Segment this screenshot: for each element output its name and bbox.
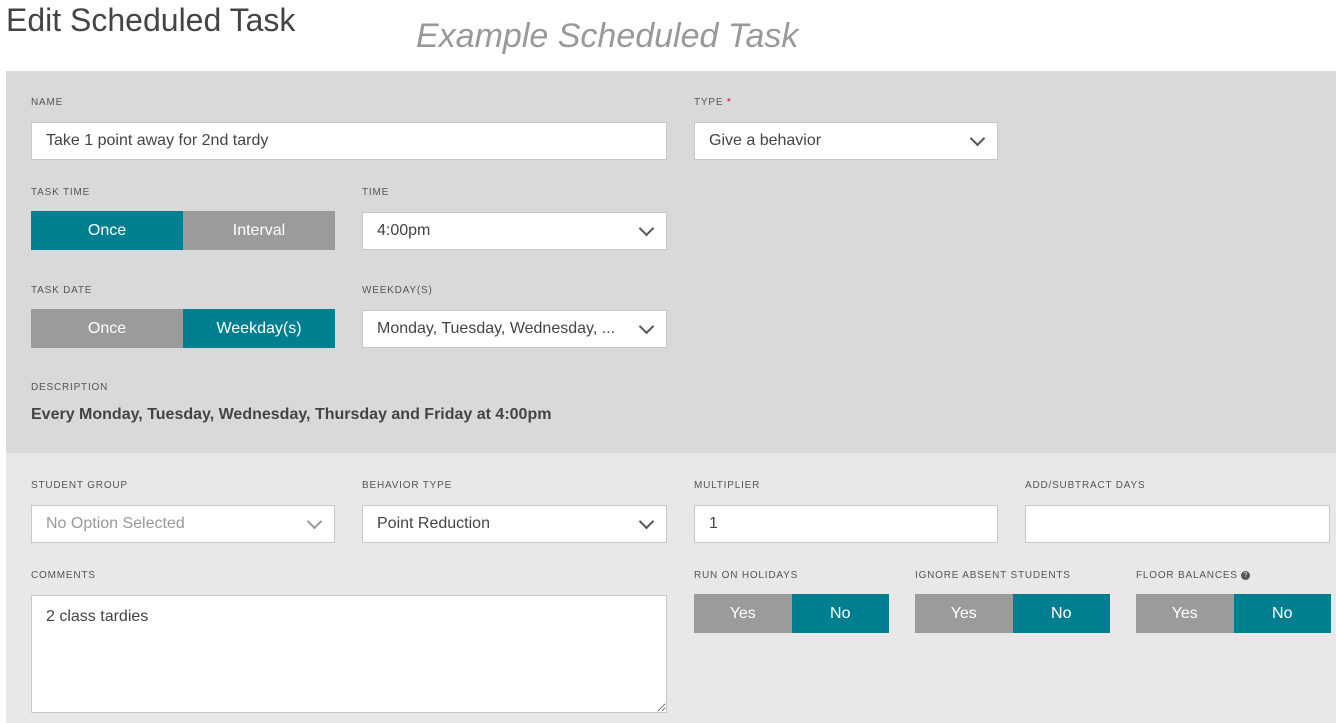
add-subtract-days-label: ADD/SUBTRACT DAYS	[1025, 480, 1146, 491]
type-select[interactable]: Give a behavior	[694, 122, 998, 160]
floor-balances-toggle: Yes No	[1136, 594, 1331, 633]
description-label: DESCRIPTION	[31, 382, 109, 393]
task-time-interval-button[interactable]: Interval	[183, 211, 335, 250]
task-date-weekdays-button[interactable]: Weekday(s)	[183, 309, 335, 348]
weekdays-value: Monday, Tuesday, Wednesday, ...	[377, 320, 616, 337]
floor-balances-label-text: FLOOR BALANCES	[1136, 570, 1238, 581]
comments-textarea[interactable]: 2 class tardies	[31, 595, 667, 713]
page-title: Edit Scheduled Task	[6, 2, 296, 38]
behavior-type-label: BEHAVIOR TYPE	[362, 480, 453, 491]
weekdays-label: WEEKDAY(S)	[362, 285, 433, 296]
multiplier-input[interactable]: 1	[694, 505, 998, 543]
type-value: Give a behavior	[709, 132, 822, 149]
chevron-down-icon	[306, 513, 323, 530]
time-label: TIME	[362, 187, 390, 198]
ignore-absent-toggle: Yes No	[915, 594, 1110, 633]
chevron-down-icon	[638, 318, 655, 335]
time-select[interactable]: 4:00pm	[362, 212, 667, 250]
question-circle-icon[interactable]: ?	[1241, 570, 1251, 580]
run-on-holidays-label: RUN ON HOLIDAYS	[694, 570, 799, 581]
run-on-holidays-no-button[interactable]: No	[791, 594, 889, 633]
description-text: Every Monday, Tuesday, Wednesday, Thursd…	[31, 406, 552, 423]
name-input[interactable]: Take 1 point away for 2nd tardy	[31, 122, 667, 160]
chevron-down-icon	[969, 130, 986, 147]
weekdays-select[interactable]: Monday, Tuesday, Wednesday, ...	[362, 310, 667, 348]
task-date-label: TASK DATE	[31, 285, 93, 296]
required-marker: *	[726, 97, 732, 108]
multiplier-value: 1	[709, 515, 718, 532]
add-subtract-days-input[interactable]	[1025, 505, 1330, 543]
floor-balances-no-button[interactable]: No	[1233, 594, 1331, 633]
student-group-select[interactable]: No Option Selected	[31, 505, 335, 543]
task-date-toggle: Once Weekday(s)	[31, 309, 335, 348]
name-value: Take 1 point away for 2nd tardy	[46, 132, 269, 149]
task-time-label: TASK TIME	[31, 187, 91, 198]
floor-balances-label: FLOOR BALANCES ?	[1136, 570, 1251, 581]
chevron-down-icon	[638, 220, 655, 237]
floor-balances-yes-button[interactable]: Yes	[1136, 594, 1234, 633]
student-group-placeholder: No Option Selected	[46, 515, 185, 532]
multiplier-label: MULTIPLIER	[694, 480, 761, 491]
type-label: TYPE *	[694, 97, 732, 108]
task-subtitle: Example Scheduled Task	[416, 17, 799, 55]
name-label: NAME	[31, 97, 64, 108]
ignore-absent-yes-button[interactable]: Yes	[915, 594, 1013, 633]
task-time-once-button[interactable]: Once	[31, 211, 183, 250]
run-on-holidays-toggle: Yes No	[694, 594, 889, 633]
task-date-once-button[interactable]: Once	[31, 309, 183, 348]
time-value: 4:00pm	[377, 222, 431, 239]
task-time-toggle: Once Interval	[31, 211, 335, 250]
run-on-holidays-yes-button[interactable]: Yes	[694, 594, 792, 633]
behavior-type-select[interactable]: Point Reduction	[362, 505, 667, 543]
comments-label: COMMENTS	[31, 570, 96, 581]
student-group-label: STUDENT GROUP	[31, 480, 128, 491]
behavior-type-value: Point Reduction	[377, 515, 490, 532]
chevron-down-icon	[638, 513, 655, 530]
ignore-absent-label: IGNORE ABSENT STUDENTS	[915, 570, 1071, 581]
type-label-text: TYPE	[694, 97, 724, 108]
ignore-absent-no-button[interactable]: No	[1012, 594, 1110, 633]
